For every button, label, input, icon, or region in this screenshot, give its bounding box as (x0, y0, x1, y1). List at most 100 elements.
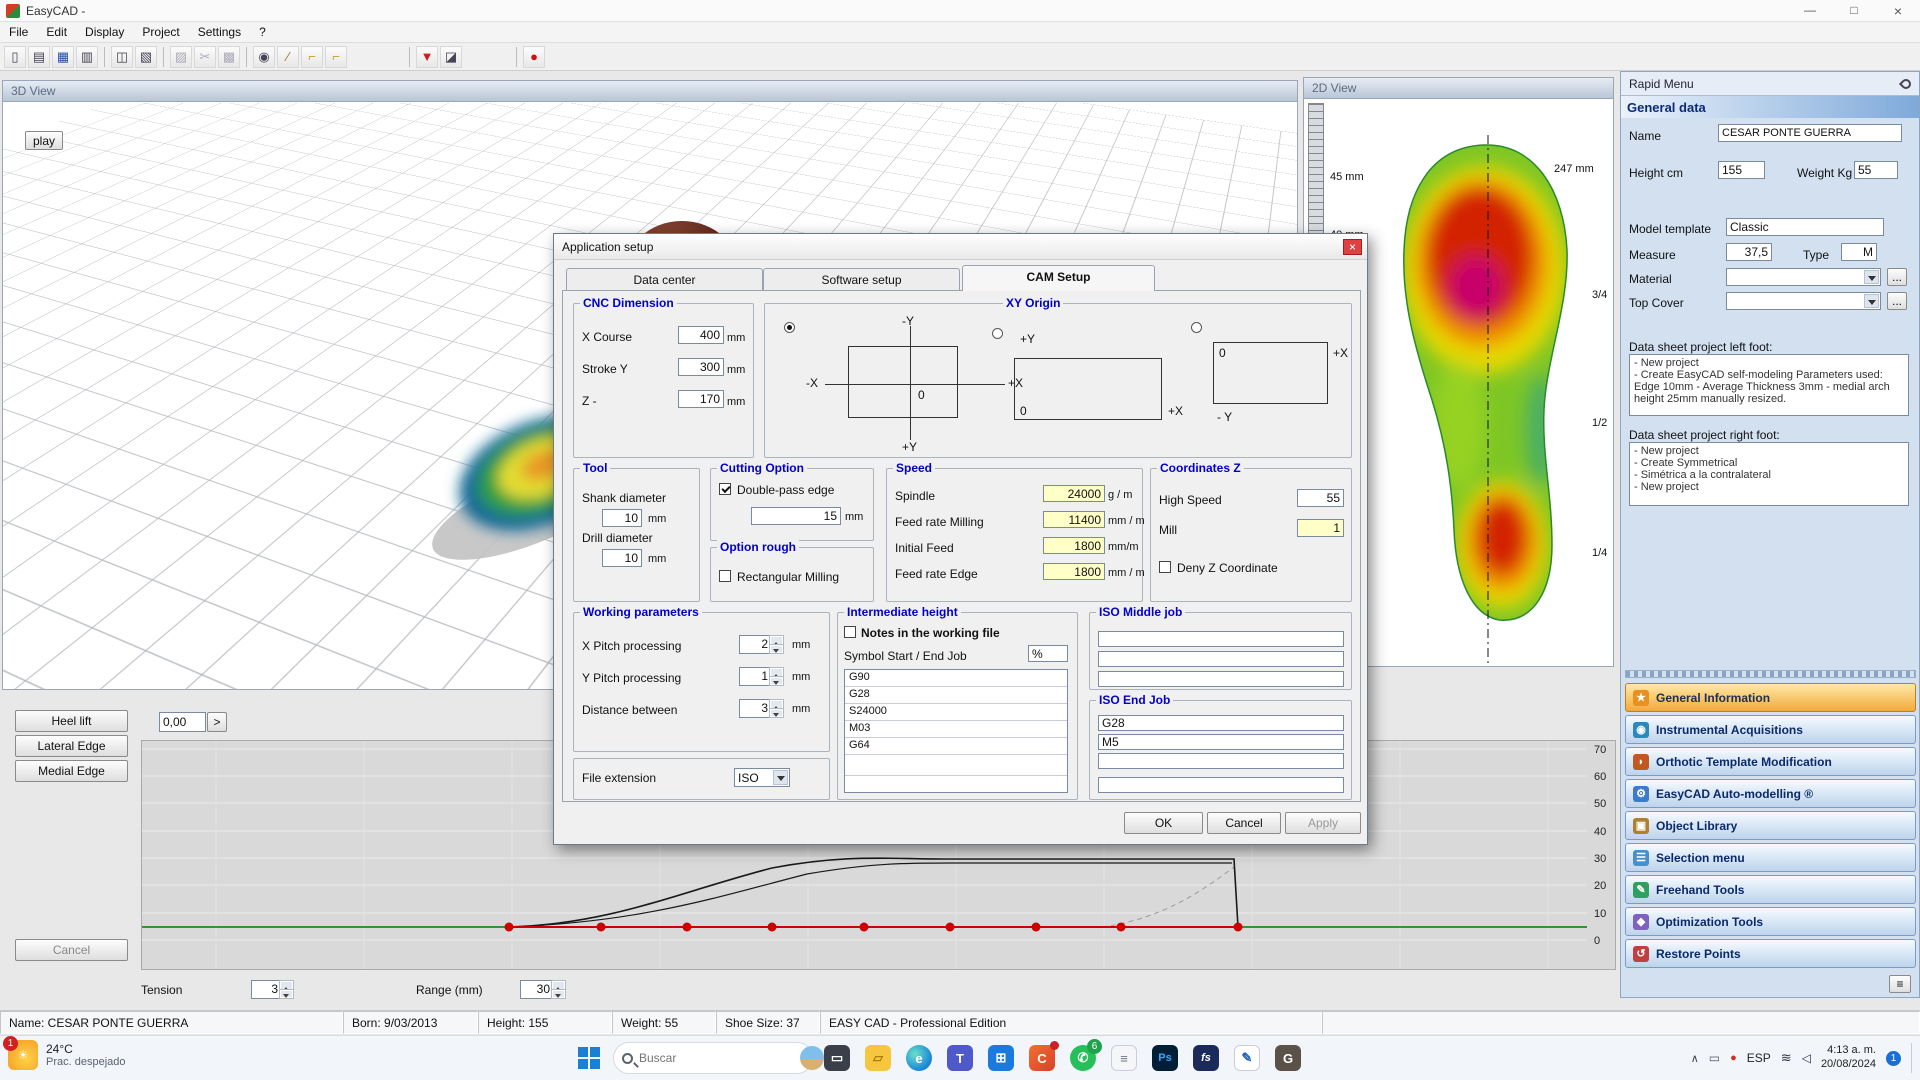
preview-icon[interactable]: ◫ (111, 46, 133, 68)
menu-project[interactable]: Project (133, 23, 188, 41)
feed-milling-field[interactable] (1043, 511, 1105, 528)
iso-end-line-4[interactable] (1098, 777, 1344, 793)
origin-option-1-radio[interactable] (784, 322, 795, 333)
tray-status-dot-icon[interactable]: ● (1730, 1052, 1737, 1064)
rectangular-milling-checkbox[interactable] (719, 570, 731, 582)
origin-option-2-radio[interactable] (992, 328, 1003, 339)
clock[interactable]: 4:13 a. m. 20/08/2024 (1821, 1044, 1876, 1072)
edge-width-field[interactable] (751, 507, 841, 525)
distance-stepper[interactable]: 3 (739, 699, 784, 718)
step-up-icon[interactable] (770, 636, 783, 645)
taskbar-app-c[interactable]: C (1025, 1041, 1059, 1075)
taskbar-app-photoshop[interactable]: Ps (1148, 1041, 1182, 1075)
tab-cam-setup[interactable]: CAM Setup (962, 265, 1155, 291)
tension-stepper[interactable]: 3 (251, 980, 294, 999)
paste-icon[interactable]: ▩ (218, 46, 240, 68)
notification-badge[interactable]: 1 (1886, 1051, 1901, 1066)
step-down-icon[interactable] (770, 645, 783, 654)
x-course-field[interactable] (678, 326, 724, 344)
minimize-button[interactable]: — (1788, 3, 1832, 19)
page-setup-icon[interactable]: ▧ (135, 46, 157, 68)
step-down-icon[interactable] (552, 990, 565, 999)
step-up-icon[interactable] (770, 668, 783, 677)
step-down-icon[interactable] (280, 990, 293, 999)
step-up-icon[interactable] (280, 981, 293, 990)
double-pass-checkbox[interactable] (719, 483, 731, 495)
material-browse-button[interactable]: ... (1887, 268, 1907, 286)
cancel-edit-button[interactable]: Cancel (15, 939, 128, 961)
sidebar-item-orthotic-template-modification[interactable]: ◗ Orthotic Template Modification (1625, 747, 1916, 776)
right-foot-datasheet-box[interactable]: - New project - Create Symmetrical - Sim… (1629, 442, 1909, 506)
taskbar-app-store[interactable]: ⊞ (984, 1041, 1018, 1075)
menu-file[interactable]: File (0, 23, 37, 41)
sidebar-item-optimization-tools[interactable]: ◆ Optimization Tools (1625, 907, 1916, 936)
print-icon[interactable]: ▥ (76, 46, 98, 68)
filter2-icon[interactable]: ◪ (440, 46, 462, 68)
save-icon[interactable]: ▦ (52, 46, 74, 68)
tab-data-center[interactable]: Data center (566, 268, 763, 291)
model-template-field[interactable] (1726, 218, 1884, 236)
taskbar-app-edge[interactable]: e (902, 1041, 936, 1075)
type-field[interactable] (1841, 243, 1877, 261)
pen-icon[interactable]: ∕ (277, 46, 299, 68)
sidebar-item-object-library[interactable]: ▣ Object Library (1625, 811, 1916, 840)
sidebar-item-restore-points[interactable]: ↺ Restore Points (1625, 939, 1916, 968)
spindle-field[interactable] (1043, 485, 1105, 502)
key-icon[interactable]: ⌐ (301, 46, 323, 68)
pin-icon[interactable] (1899, 76, 1913, 90)
initial-feed-field[interactable] (1043, 537, 1105, 554)
measure-icon[interactable]: ◉ (253, 46, 275, 68)
play-button[interactable]: play (25, 131, 63, 150)
left-foot-datasheet-box[interactable]: - New project - Create EasyCAD self-mode… (1629, 354, 1909, 416)
sidebar-item-selection-menu[interactable]: ☰ Selection menu (1625, 843, 1916, 872)
high-speed-field[interactable] (1297, 489, 1344, 507)
x-pitch-stepper[interactable]: 2 (739, 635, 784, 654)
lateral-edge-button[interactable]: Lateral Edge (15, 735, 128, 757)
open-icon[interactable]: ▤ (28, 46, 50, 68)
taskbar-app-teams[interactable]: T (943, 1041, 977, 1075)
sidebar-item-freehand-tools[interactable]: ✎ Freehand Tools (1625, 875, 1916, 904)
iso-end-line-1[interactable] (1098, 715, 1344, 731)
key2-icon[interactable]: ⌐ (325, 46, 347, 68)
step-up-icon[interactable] (770, 700, 783, 709)
panel-splitter[interactable] (1625, 670, 1916, 678)
material-dropdown[interactable] (1726, 268, 1881, 286)
medial-edge-button[interactable]: Medial Edge (15, 760, 128, 782)
cut-icon[interactable]: ✂ (194, 46, 216, 68)
dialog-close-button[interactable]: × (1343, 239, 1362, 255)
top-cover-dropdown[interactable] (1726, 292, 1881, 310)
sidebar-item-easycad-auto-modelling[interactable]: ⚙ EasyCAD Auto-modelling ® (1625, 779, 1916, 808)
y-pitch-stepper[interactable]: 1 (739, 667, 784, 686)
taskbar-app-gimp[interactable]: G (1271, 1041, 1305, 1075)
close-button[interactable]: × (1876, 3, 1920, 19)
sidebar-item-general-information[interactable]: ★ General Information (1625, 683, 1916, 712)
shank-diameter-field[interactable] (602, 509, 642, 527)
iso-middle-line-2[interactable] (1098, 651, 1344, 667)
mill-field[interactable] (1297, 519, 1344, 537)
wifi-icon[interactable]: ≋ (1781, 1050, 1792, 1066)
weight-field[interactable] (1854, 161, 1898, 179)
tray-chevron-icon[interactable]: ∧ (1691, 1052, 1699, 1065)
menu-display[interactable]: Display (76, 23, 133, 41)
ok-button[interactable]: OK (1124, 812, 1203, 834)
height-field[interactable] (1718, 161, 1765, 179)
notes-checkbox[interactable] (844, 626, 856, 638)
taskbar-app-pentool[interactable]: ✎ (1230, 1041, 1264, 1075)
cancel-button[interactable]: Cancel (1207, 812, 1281, 834)
start-button[interactable] (572, 1041, 606, 1075)
tab-software-setup[interactable]: Software setup (763, 268, 960, 291)
chevron-down-icon[interactable] (773, 770, 788, 785)
step-up-icon[interactable] (552, 981, 565, 990)
offset-field[interactable] (159, 712, 206, 732)
measure-field[interactable] (1726, 243, 1772, 261)
dialog-title-bar[interactable]: Application setup × (554, 234, 1367, 260)
taskbar-app-whatsapp[interactable]: ✆6 (1066, 1041, 1100, 1075)
search-input[interactable] (639, 1051, 794, 1065)
chevron-down-icon[interactable] (1864, 270, 1879, 284)
taskbar-app-fs[interactable]: fs (1189, 1041, 1223, 1075)
stroke-y-field[interactable] (678, 358, 724, 376)
z-field[interactable] (678, 390, 724, 408)
show-desktop-button[interactable] (1911, 1043, 1914, 1073)
range-stepper[interactable]: 30 (520, 980, 566, 999)
drill-diameter-field[interactable] (602, 549, 642, 567)
